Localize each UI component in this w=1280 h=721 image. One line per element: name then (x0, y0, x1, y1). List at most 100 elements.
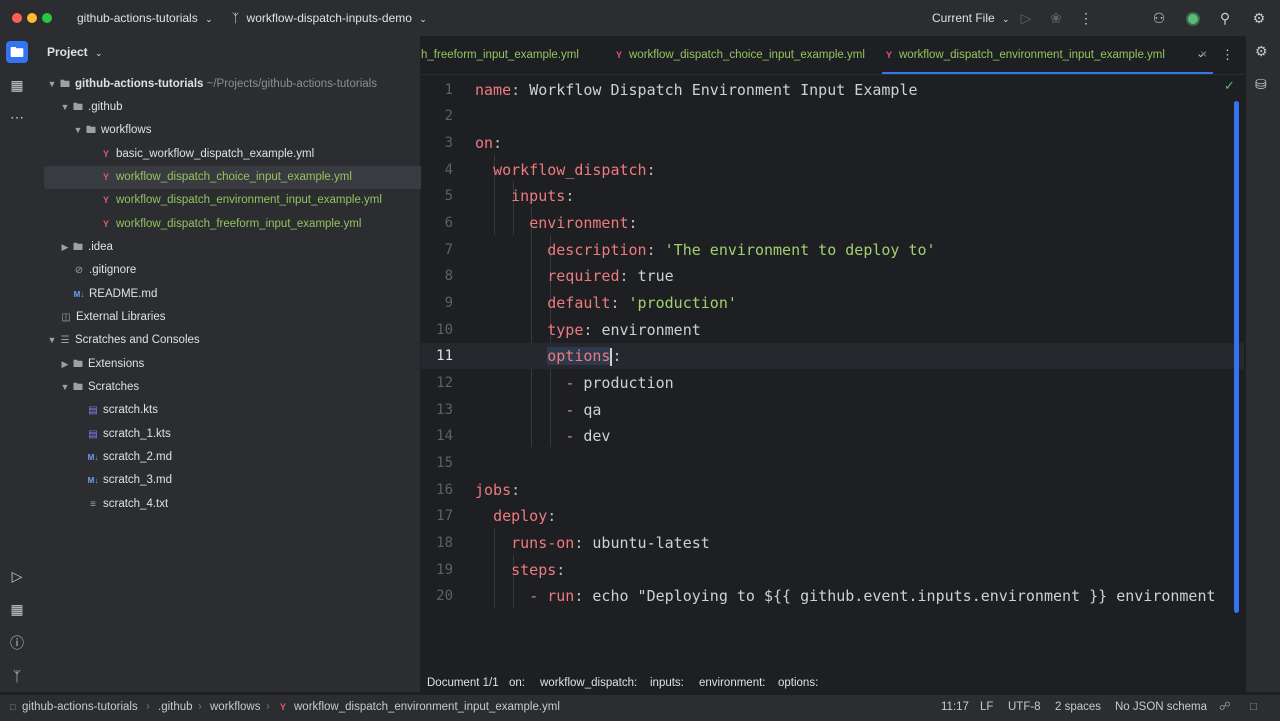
expanded-arrow-icon[interactable]: ▼ (59, 96, 71, 119)
tree-item-label: Scratches (88, 381, 140, 393)
code-line: 6 environment: (421, 210, 1244, 236)
tree-item-external-libraries[interactable]: ◫ External Libraries (44, 306, 425, 329)
tree-item-label: README.md (89, 288, 158, 300)
breadcrumb-workflow-dispatch[interactable]: workflow_dispatch: (540, 672, 637, 694)
line-number: 13 (436, 402, 453, 418)
yaml-key: jobs (475, 481, 512, 499)
expanded-arrow-icon[interactable]: ▼ (59, 376, 71, 399)
code-line: 18 runs-on: ubuntu-latest (421, 530, 1244, 556)
close-window-icon[interactable] (12, 13, 22, 23)
tree-item-scratch-file[interactable]: ≡ scratch_4.txt (44, 493, 452, 516)
indent-setting[interactable]: 2 spaces (1055, 695, 1101, 719)
tree-item-gitignore[interactable]: ⊘ .gitignore (44, 259, 438, 282)
tab-freeform-input[interactable]: h_freeform_input_example.yml (421, 36, 579, 74)
run-icon[interactable]: ▷ (1017, 9, 1035, 27)
markdown-icon: M↓ (87, 476, 99, 485)
read-only-lock-icon[interactable]: ☍ (1219, 695, 1231, 719)
run-config-selector[interactable]: Current File ⌄ (932, 0, 1010, 36)
breadcrumb-environment[interactable]: environment: (699, 672, 765, 694)
tree-item-label: Extensions (88, 358, 145, 370)
terminal-icon[interactable]: ▦ (6, 598, 28, 620)
yaml-value: ubuntu-latest (592, 534, 710, 552)
editor-scrollbar[interactable] (1234, 101, 1239, 613)
yaml-key: required (547, 267, 620, 285)
line-number: 8 (444, 268, 453, 284)
tree-item-file[interactable]: Yworkflow_dispatch_environment_input_exa… (44, 189, 465, 212)
tree-item-label: workflow_dispatch_freeform_input_example… (116, 218, 362, 230)
tree-item-scratch-file[interactable]: M↓ scratch_2.md (44, 446, 452, 469)
line-number: 20 (436, 588, 453, 604)
expanded-arrow-icon[interactable]: ▼ (72, 119, 84, 142)
code-editor[interactable]: 1 name: Workflow Dispatch Environment Inp… (421, 75, 1244, 670)
collapsed-arrow-icon[interactable]: ▶ (59, 353, 71, 376)
ai-assistant-icon[interactable] (1184, 9, 1202, 27)
inspection-ok-icon[interactable]: ✓ (1224, 78, 1235, 94)
problems-icon[interactable]: ⓘ (6, 632, 28, 654)
status-path-github[interactable]: .github (158, 695, 193, 719)
expanded-arrow-icon[interactable]: ▼ (46, 329, 58, 352)
breadcrumb-inputs[interactable]: inputs: (650, 672, 684, 694)
yaml-value: environment (601, 321, 701, 339)
tree-item-scratch-file[interactable]: M↓ scratch_3.md (44, 469, 452, 492)
debug-icon[interactable]: ❀ (1047, 9, 1065, 27)
database-icon[interactable]: ⛁ (1255, 76, 1267, 93)
settings-gear-icon[interactable]: ⚙ (1250, 9, 1268, 27)
tree-item-readme[interactable]: M↓ README.md (44, 283, 438, 306)
tree-item-workflows[interactable]: ▼ 🖿 workflows (44, 119, 438, 142)
code-line: 5 inputs: (421, 183, 1244, 209)
project-folder-icon[interactable]: 🖿 (6, 41, 28, 63)
yaml-key: on (475, 134, 494, 152)
zoom-window-icon[interactable] (42, 13, 52, 23)
folder-icon: 🖿 (86, 125, 96, 136)
line-number: 1 (444, 82, 453, 98)
tree-item-scratches-consoles[interactable]: ▼ ☰ Scratches and Consoles (44, 329, 412, 352)
json-schema[interactable]: No JSON schema (1115, 695, 1207, 719)
breadcrumb-document[interactable]: Document 1/1 (427, 672, 499, 694)
tree-item-file[interactable]: Yworkflow_dispatch_freeform_input_exampl… (44, 213, 465, 236)
yaml-file-icon: Y (885, 50, 892, 60)
services-icon[interactable]: ▷ (6, 565, 28, 587)
memory-indicator-icon[interactable]: □ (1250, 695, 1257, 719)
status-path-workflows[interactable]: workflows (210, 695, 260, 719)
add-user-icon[interactable]: ⚇ (1150, 9, 1168, 27)
code-line: 2 (421, 103, 1244, 129)
tree-item-scratch-file[interactable]: ▤ scratch_1.kts (44, 423, 452, 446)
tree-item-extensions[interactable]: ▶ 🖿 Extensions (44, 353, 425, 376)
tree-item-file[interactable]: Ybasic_workflow_dispatch_example.yml (44, 143, 465, 166)
code-line: 10 type: environment (421, 317, 1244, 343)
project-panel-header[interactable]: Project ⌄ (47, 45, 103, 59)
structure-icon[interactable]: ▦ (6, 74, 28, 96)
library-icon: ◫ (61, 312, 71, 323)
status-path-file[interactable]: workflow_dispatch_environment_input_exam… (294, 695, 560, 719)
git-branch-icon: ᛉ (232, 11, 240, 25)
collapsed-arrow-icon[interactable]: ▶ (59, 236, 71, 259)
tree-item-label: Scratches and Consoles (75, 334, 200, 346)
tree-item-github[interactable]: ▼ 🖿 .github (44, 96, 425, 119)
tree-item-root[interactable]: ▼ 🖿 github-actions-tutorials ~/Projects/gi… (44, 73, 412, 96)
file-encoding[interactable]: UTF-8 (1008, 695, 1041, 719)
minimize-window-icon[interactable] (27, 13, 37, 23)
more-actions-icon[interactable]: ⋮ (1077, 9, 1095, 27)
branch-switcher[interactable]: ᛉ workflow-dispatch-inputs-demo ⌄ (232, 0, 427, 36)
tab-more-icon[interactable]: ⋮ (1221, 47, 1234, 63)
tree-item-scratches[interactable]: ▼ 🖿 Scratches (44, 376, 425, 399)
more-tools-icon[interactable]: ⋯ (6, 106, 28, 128)
tree-item-idea[interactable]: ▶ 🖿 .idea (44, 236, 425, 259)
project-switcher[interactable]: github-actions-tutorials ⌄ (77, 0, 213, 36)
line-separator[interactable]: LF (980, 695, 993, 719)
git-icon[interactable]: ᛉ (6, 665, 28, 687)
expanded-arrow-icon[interactable]: ▼ (46, 73, 58, 96)
tree-item-file-selected[interactable]: Yworkflow_dispatch_choice_input_example.… (44, 166, 465, 189)
breadcrumb-options[interactable]: options: (778, 672, 818, 694)
notifications-bell-icon[interactable]: ⚙ (1255, 43, 1268, 60)
yaml-file-icon: Y (102, 195, 109, 205)
tree-item-scratch-file[interactable]: ▤ scratch.kts (44, 399, 452, 422)
status-path-project[interactable]: github-actions-tutorials (22, 695, 138, 719)
search-icon[interactable]: ⚲ (1216, 9, 1234, 27)
breadcrumb-on[interactable]: on: (509, 672, 525, 694)
tab-environment-input[interactable]: Yworkflow_dispatch_environment_input_exa… (882, 36, 1213, 74)
yaml-value: echo "Deploying to ${{ github.event.inpu… (592, 587, 1216, 605)
tab-list-chevron-icon[interactable]: ⌄ (1196, 47, 1205, 60)
caret-position[interactable]: 11:17 (941, 695, 969, 719)
tab-choice-input[interactable]: Yworkflow_dispatch_choice_input_example.… (612, 36, 865, 74)
